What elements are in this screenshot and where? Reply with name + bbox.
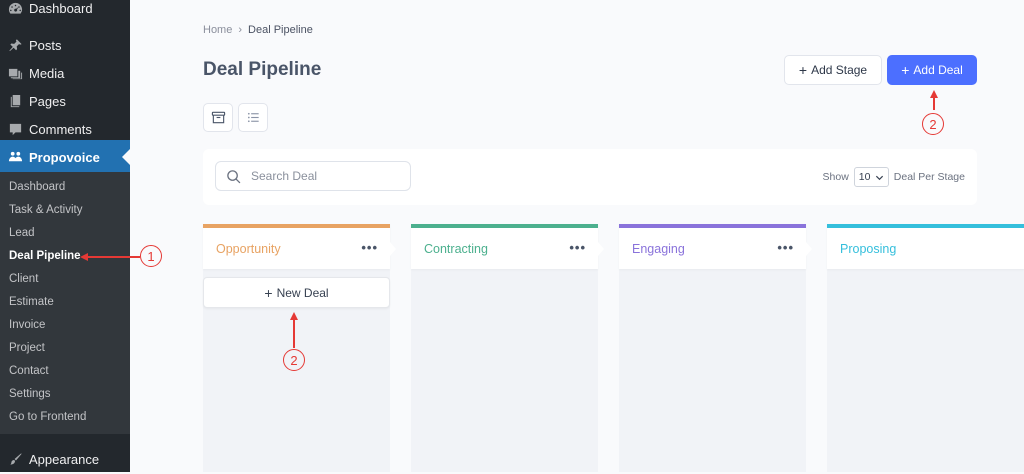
- pages-icon: [7, 93, 23, 109]
- more-options-icon[interactable]: •••: [569, 240, 586, 255]
- menu-propovoice[interactable]: Propovoice: [0, 140, 130, 174]
- add-deal-label: Add Deal: [913, 63, 963, 77]
- plus-icon: +: [901, 62, 910, 78]
- submenu-task-activity[interactable]: Task & Activity: [9, 204, 83, 216]
- media-icon: [7, 65, 23, 81]
- wp-admin-sidebar: Dashboard Posts Media Pages Comments Pro…: [0, 0, 130, 472]
- filter-bar: Show 10 Deal Per Stage: [203, 149, 977, 205]
- propovoice-icon: [7, 149, 23, 165]
- plus-icon: +: [264, 284, 273, 301]
- menu-dashboard[interactable]: Dashboard: [0, 0, 130, 23]
- per-stage-value: 10: [858, 171, 871, 183]
- menu-appearance[interactable]: Appearance: [0, 444, 130, 474]
- submenu-invoice[interactable]: Invoice: [9, 319, 45, 331]
- stage-title: Engaging: [632, 242, 685, 256]
- add-deal-button[interactable]: + Add Deal: [887, 55, 977, 85]
- per-stage-select[interactable]: 10: [853, 167, 889, 187]
- menu-posts[interactable]: Posts: [0, 30, 130, 60]
- stage-title: Opportunity: [216, 242, 281, 256]
- more-options-icon[interactable]: •••: [361, 240, 378, 255]
- breadcrumb: Home › Deal Pipeline: [203, 24, 313, 36]
- list-icon: [247, 112, 259, 123]
- annotation-marker-1: 1: [140, 245, 162, 267]
- submenu-lead[interactable]: Lead: [9, 227, 35, 239]
- chevron-right-icon: ›: [238, 24, 243, 36]
- annotation-marker-2b: 2: [922, 113, 944, 135]
- menu-media[interactable]: Media: [0, 58, 130, 88]
- show-label: Show: [822, 171, 849, 183]
- stage-arrow: [390, 242, 396, 256]
- menu-label: Posts: [29, 37, 62, 53]
- menu-label: Propovoice: [29, 149, 100, 165]
- pin-icon: [7, 37, 23, 53]
- annotation-line: [84, 256, 140, 258]
- stage-column-contracting: Contracting •••: [411, 224, 604, 472]
- more-options-icon[interactable]: •••: [777, 240, 794, 255]
- stage-header: Engaging •••: [619, 224, 812, 269]
- menu-label: Pages: [29, 93, 66, 109]
- submenu-go-to-frontend[interactable]: Go to Frontend: [9, 411, 86, 423]
- brush-icon: [7, 451, 23, 467]
- submenu-client[interactable]: Client: [9, 273, 38, 285]
- page-title: Deal Pipeline: [203, 59, 322, 80]
- search-box[interactable]: [215, 161, 411, 191]
- add-stage-label: Add Stage: [811, 63, 868, 77]
- menu-label: Dashboard: [29, 0, 93, 16]
- propovoice-submenu: Dashboard Task & Activity Lead Deal Pipe…: [0, 172, 130, 434]
- new-deal-label: New Deal: [276, 285, 329, 300]
- stage-arrow: [598, 242, 604, 256]
- menu-label: Media: [29, 65, 65, 81]
- stage-header: Contracting •••: [411, 224, 604, 269]
- stage-header: Opportunity •••: [203, 224, 396, 269]
- submenu-dashboard[interactable]: Dashboard: [9, 181, 65, 193]
- stage-arrow: [806, 242, 812, 256]
- active-indicator: [122, 149, 130, 165]
- menu-label: Appearance: [29, 451, 100, 467]
- arrow-up-icon: [930, 90, 938, 98]
- stage-title: Proposing: [840, 242, 897, 256]
- archive-icon: [211, 111, 225, 124]
- breadcrumb-home[interactable]: Home: [203, 24, 232, 36]
- search-icon: [227, 169, 241, 183]
- menu-pages[interactable]: Pages: [0, 86, 130, 116]
- arrow-left-icon: [80, 253, 88, 261]
- per-stage-suffix: Deal Per Stage: [893, 171, 965, 183]
- annotation-marker-2: 2: [283, 349, 305, 371]
- plus-icon: +: [798, 62, 808, 78]
- stage-header: Proposing: [827, 224, 1024, 269]
- new-deal-button[interactable]: + New Deal: [203, 277, 390, 308]
- stage-column-engaging: Engaging •••: [619, 224, 812, 472]
- dashboard-icon: [7, 0, 23, 16]
- annotation-line: [293, 318, 295, 348]
- add-stage-button[interactable]: + Add Stage: [784, 55, 882, 85]
- search-input[interactable]: [249, 168, 399, 184]
- stage-title: Contracting: [424, 242, 488, 256]
- arrow-up-icon: [290, 312, 298, 320]
- list-view-button[interactable]: [238, 103, 268, 132]
- per-stage-control: Show 10 Deal Per Stage: [823, 167, 965, 187]
- submenu-settings[interactable]: Settings: [9, 388, 51, 400]
- submenu-contact[interactable]: Contact: [9, 365, 49, 377]
- comment-icon: [7, 121, 23, 137]
- chevron-down-icon: [875, 175, 883, 180]
- stage-column-proposing: Proposing: [827, 224, 1024, 472]
- breadcrumb-current: Deal Pipeline: [248, 24, 313, 36]
- submenu-deal-pipeline[interactable]: Deal Pipeline: [9, 250, 81, 262]
- board-view-button[interactable]: [203, 103, 233, 132]
- stage-column-opportunity: Opportunity ••• + New Deal: [203, 224, 396, 472]
- submenu-estimate[interactable]: Estimate: [9, 296, 54, 308]
- submenu-project[interactable]: Project: [9, 342, 45, 354]
- menu-label: Comments: [29, 121, 92, 137]
